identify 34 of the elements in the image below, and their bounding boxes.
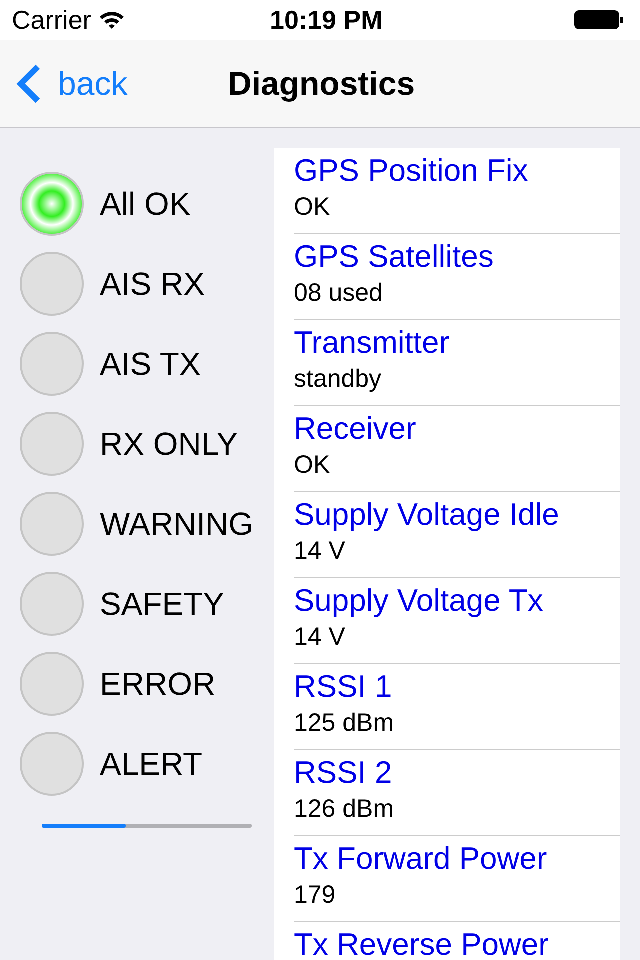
item-value: 08 used: [294, 278, 384, 309]
item-value: OK: [294, 450, 332, 481]
item-value: standby: [294, 364, 383, 395]
item-title: Receiver: [294, 410, 418, 448]
item-title: Supply Voltage Tx: [294, 582, 544, 620]
item-title: Supply Voltage Idle: [294, 496, 560, 534]
status-label: ALERT: [100, 745, 203, 784]
item-value: 14 V: [294, 536, 346, 567]
item-value: 125 dBm: [294, 708, 396, 739]
item-title: Tx Reverse Power: [294, 926, 550, 960]
item-title: RSSI 2: [294, 754, 394, 792]
item-value: OK: [294, 192, 332, 223]
screen-title: Diagnostics: [228, 64, 416, 104]
battery-icon: [574, 10, 624, 30]
carrier-label: Carrier: [12, 4, 92, 36]
status-label: AIS TX: [100, 345, 201, 384]
status-label: All OK: [100, 185, 191, 224]
status-label: RX ONLY: [100, 425, 238, 464]
item-title: Transmitter: [294, 324, 451, 362]
item-title: GPS Position Fix: [294, 152, 530, 190]
back-button[interactable]: back: [0, 58, 128, 108]
status-label: WARNING: [100, 505, 254, 544]
status-time: 10:19 PM: [270, 4, 383, 36]
item-title: Tx Forward Power: [294, 840, 548, 878]
item-value: 179: [294, 880, 337, 911]
status-label: SAFETY: [100, 585, 224, 624]
item-value: 14 V: [294, 622, 346, 653]
chevron-left-icon: [16, 64, 42, 104]
status-label: AIS RX: [100, 265, 205, 304]
item-value: 126 dBm: [294, 794, 396, 825]
item-title: RSSI 1: [294, 668, 394, 706]
wifi-icon: [99, 10, 126, 30]
status-label: ERROR: [100, 665, 216, 704]
item-title: GPS Satellites: [294, 238, 495, 276]
